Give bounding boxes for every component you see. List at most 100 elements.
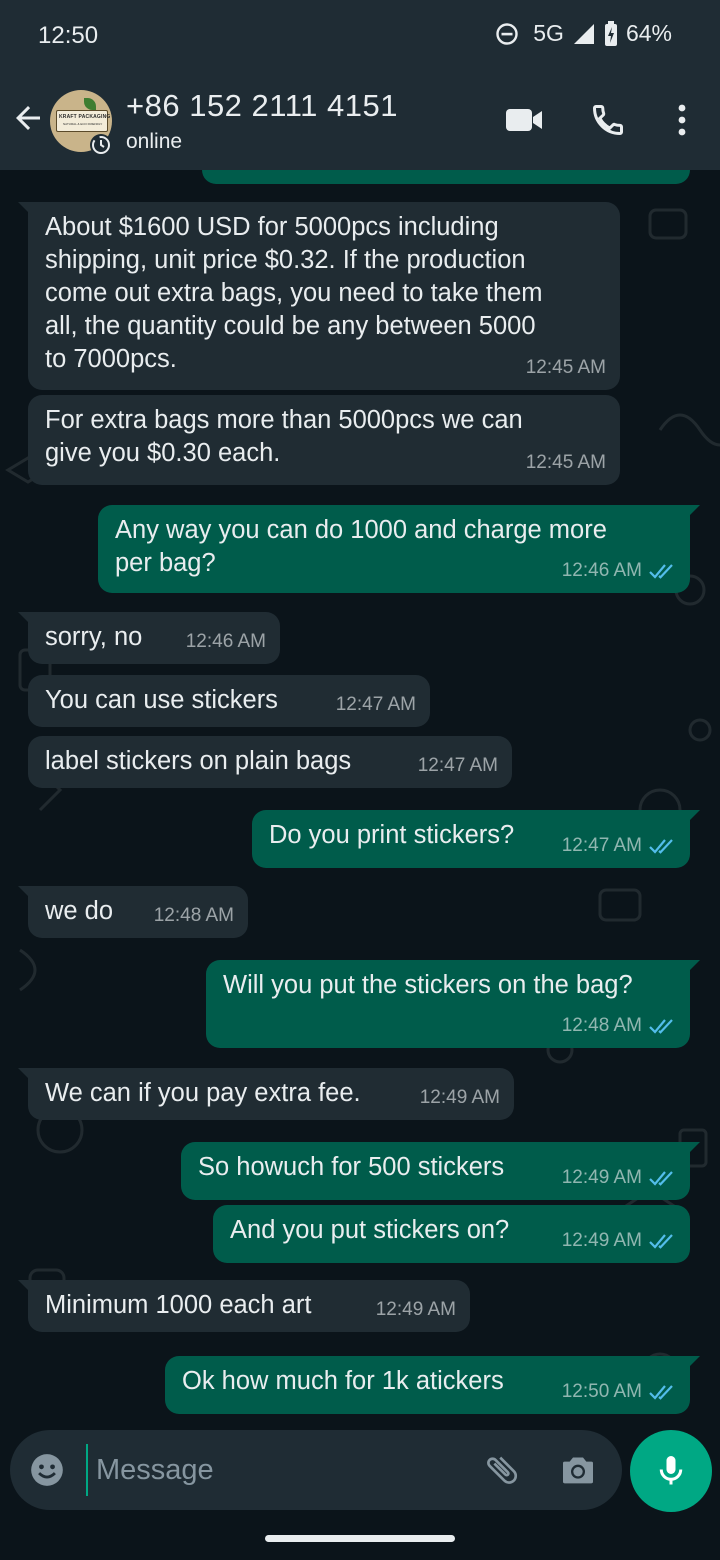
message-meta: 12:45 AM [526, 446, 606, 479]
incoming-message-bubble[interactable]: For extra bags more than 5000pcs we can g… [28, 395, 620, 485]
message-text-line: Ok how much for 1k atickers [182, 1367, 504, 1395]
message-text-line: And you put stickers on? [230, 1216, 510, 1244]
more-options-button[interactable] [672, 102, 692, 143]
voice-call-button[interactable] [590, 102, 626, 143]
paperclip-icon [487, 1456, 517, 1484]
message-text-line: For extra bags more than 5000pcs we can [45, 406, 523, 434]
home-indicator[interactable] [265, 1535, 455, 1542]
avatar-tagline: NATURAL & ECO FRIENDLY [63, 122, 103, 126]
bubble-tail [686, 505, 700, 519]
message-time: 12:49 AM [561, 1230, 642, 1251]
message-list[interactable]: About $1600 USD for 5000pcs including shi… [0, 170, 720, 1430]
outgoing-message-bubble[interactable]: Do you print stickers? 12:47 AM [252, 810, 700, 868]
voice-message-button[interactable] [630, 1430, 712, 1512]
message-meta: 12:45 AM [526, 351, 606, 384]
message-time: 12:49 AM [375, 1299, 456, 1320]
incoming-message-bubble[interactable]: You can use stickers 12:47 AM [28, 675, 430, 727]
outgoing-message-bubble[interactable]: And you put stickers on? 12:49 AM [213, 1205, 690, 1263]
incoming-message-bubble[interactable]: About $1600 USD for 5000pcs including shi… [18, 202, 620, 390]
message-text: label stickers on plain bags [45, 745, 351, 778]
double-check-read-icon [648, 562, 676, 580]
bubble-tail [686, 1142, 700, 1156]
message-text-line: shipping, unit price $0.32. If the produ… [45, 246, 526, 274]
message-time: 12:48 AM [153, 905, 234, 926]
camera-button[interactable] [558, 1450, 598, 1495]
double-check-read-icon [648, 1232, 676, 1250]
message-meta: 12:49 AM [376, 1293, 456, 1326]
message-meta: 12:48 AM [154, 899, 234, 932]
message-time: 12:48 AM [561, 1015, 642, 1036]
status-icons: 5G 64% [495, 20, 672, 47]
message-text-line: give you $0.30 each. [45, 439, 281, 467]
microphone-icon [659, 1456, 683, 1485]
contact-name[interactable]: +86 152 2111 4151 [126, 88, 398, 124]
message-text-line: You can use stickers [45, 686, 278, 714]
message-text-line: per bag? [115, 549, 216, 577]
message-text: So howuch for 500 stickers [198, 1151, 504, 1184]
more-vertical-icon [678, 104, 686, 136]
emoji-icon [31, 1454, 63, 1486]
emoji-button[interactable] [28, 1451, 66, 1494]
whatsapp-chat-screen: 12:50 5G 64% KRAFT PACKAGING NATURAL & E… [0, 0, 720, 1560]
incoming-message-bubble[interactable]: we do 12:48 AM [18, 886, 248, 938]
outgoing-message-bubble[interactable]: Any way you can do 1000 and charge more p… [98, 505, 700, 593]
incoming-message-bubble[interactable]: We can if you pay extra fee. 12:49 AM [18, 1068, 514, 1120]
video-call-button[interactable] [504, 106, 544, 139]
message-text: Will you put the stickers on the bag? [223, 969, 633, 1002]
camera-icon [563, 1457, 593, 1484]
message-meta: 12:49 AM [562, 1224, 676, 1257]
message-meta: 12:48 AM [562, 1009, 676, 1042]
bubble-tail [18, 1068, 32, 1082]
message-time: 12:49 AM [419, 1087, 500, 1108]
message-input[interactable] [86, 1444, 476, 1496]
bubble-tail [18, 612, 32, 626]
message-time: 12:47 AM [417, 755, 498, 776]
message-meta: 12:46 AM [186, 625, 266, 658]
message-text: we do [45, 895, 113, 928]
bubble-tail [18, 886, 32, 900]
incoming-message-bubble[interactable]: sorry, no 12:46 AM [18, 612, 280, 664]
message-text: Any way you can do 1000 and charge more p… [115, 514, 607, 580]
outgoing-message-bubble[interactable]: Will you put the stickers on the bag? 12:… [206, 960, 700, 1048]
message-meta: 12:47 AM [562, 829, 676, 862]
bubble-tail [686, 810, 700, 824]
message-meta: 12:46 AM [562, 554, 676, 587]
network-type: 5G [533, 20, 564, 46]
contact-status: online [126, 130, 183, 153]
video-camera-icon [506, 109, 542, 131]
disappearing-timer-icon [90, 134, 112, 156]
incoming-message-bubble[interactable]: label stickers on plain bags 12:47 AM [28, 736, 512, 788]
back-button[interactable] [10, 100, 50, 140]
double-check-read-icon [648, 1383, 676, 1401]
message-text: Do you print stickers? [269, 819, 514, 852]
signal-icon [572, 22, 596, 46]
bubble-tail [18, 1280, 32, 1294]
incoming-message-bubble[interactable]: Minimum 1000 each art 12:49 AM [18, 1280, 470, 1332]
message-time: 12:45 AM [525, 357, 606, 378]
outgoing-message-bubble[interactable]: So howuch for 500 stickers 12:49 AM [181, 1142, 700, 1200]
message-text-line: Do you print stickers? [269, 821, 515, 849]
message-text: And you put stickers on? [230, 1214, 509, 1247]
message-time: 12:47 AM [335, 694, 416, 715]
leaf-icon [84, 98, 96, 110]
message-time: 12:46 AM [185, 631, 266, 652]
battery-icon [604, 20, 618, 47]
double-check-read-icon [648, 1017, 676, 1035]
outgoing-message-bubble[interactable]: Ok how much for 1k atickers 12:50 AM [165, 1356, 700, 1414]
message-text: sorry, no [45, 621, 142, 654]
bubble-tail [18, 202, 32, 216]
message-time: 12:47 AM [561, 835, 642, 856]
attach-button[interactable] [482, 1450, 522, 1495]
previous-message-bubble[interactable] [202, 170, 690, 184]
message-time: 12:46 AM [561, 560, 642, 581]
bubble-tail [686, 960, 700, 974]
double-check-read-icon [648, 837, 676, 855]
message-text-line: label stickers on plain bags [45, 747, 352, 775]
message-text-line: sorry, no [45, 623, 143, 651]
message-text-line: About $1600 USD for 5000pcs including [45, 213, 499, 241]
message-meta: 12:47 AM [336, 688, 416, 721]
message-text-line: we do [45, 897, 114, 925]
message-time: 12:49 AM [561, 1167, 642, 1188]
message-meta: 12:49 AM [562, 1161, 676, 1194]
phone-icon [592, 105, 623, 136]
